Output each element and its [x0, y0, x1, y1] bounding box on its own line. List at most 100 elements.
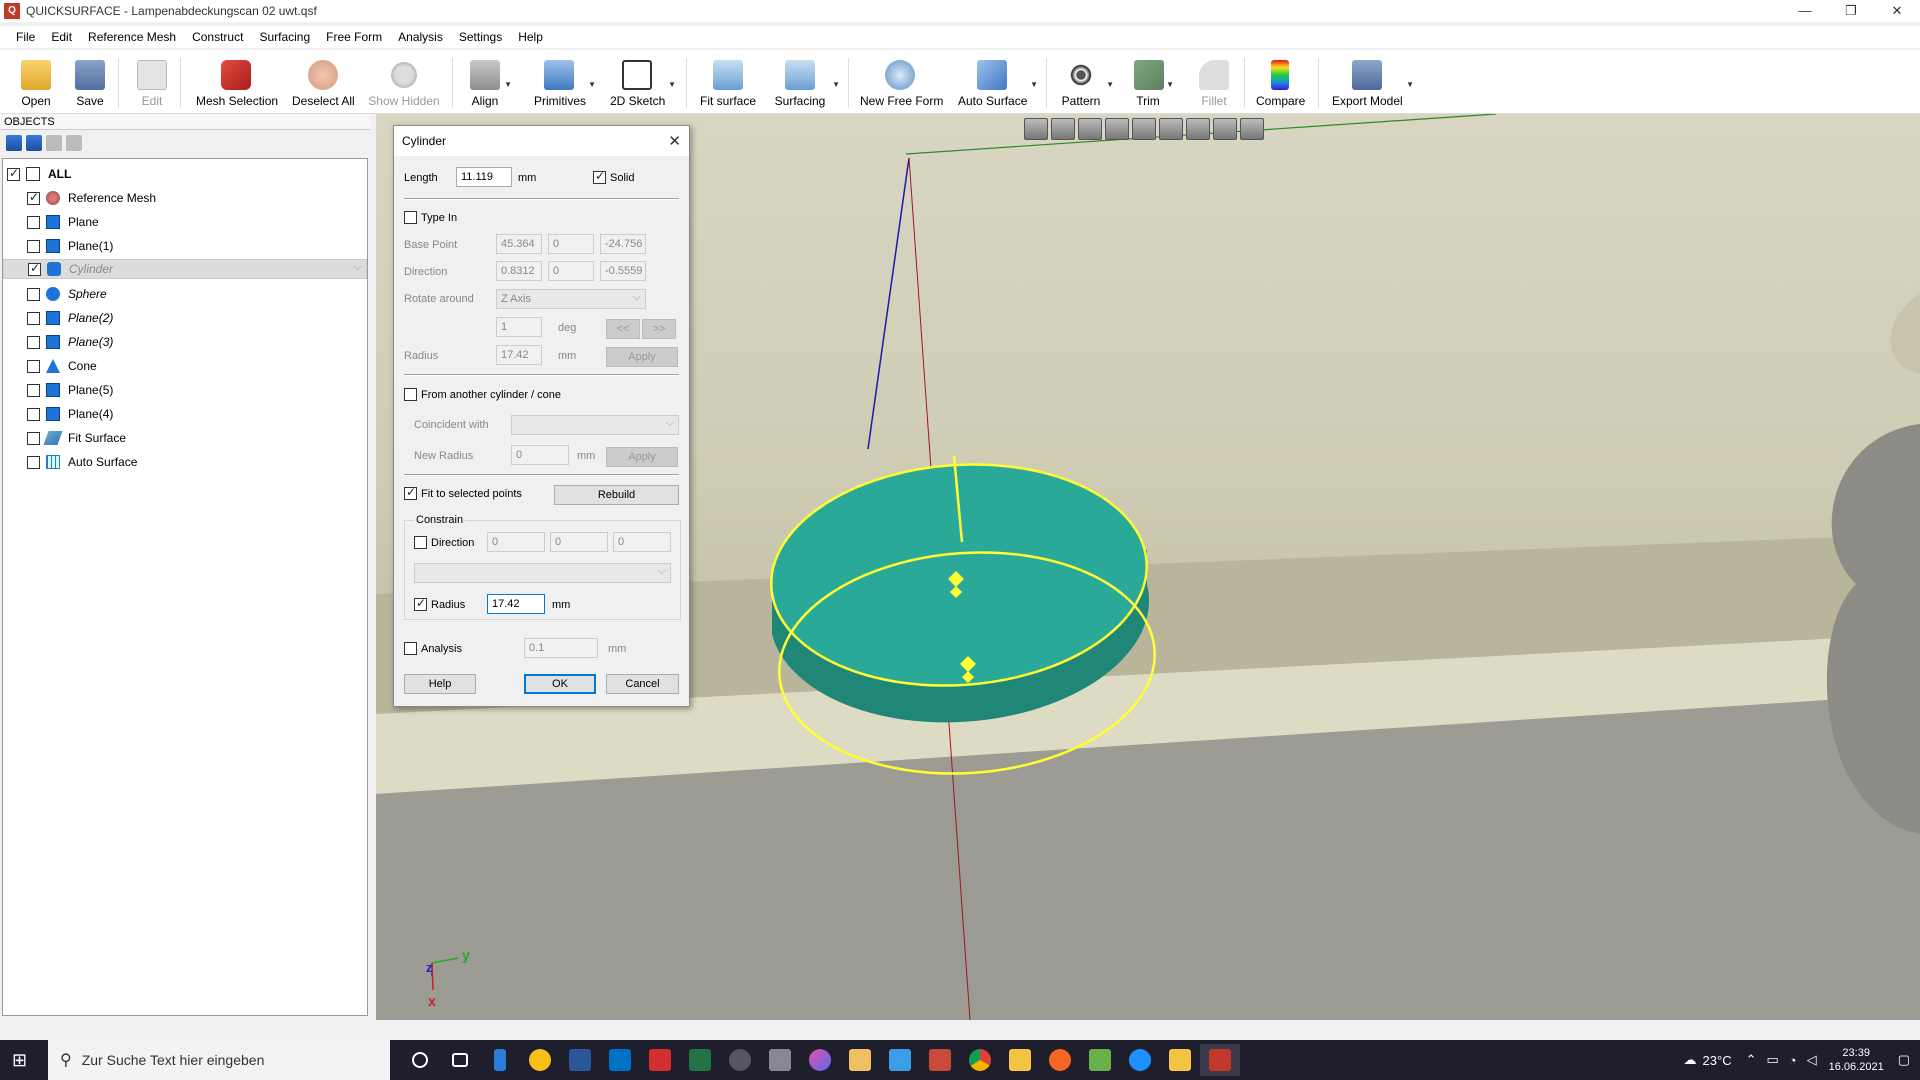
menu-settings[interactable]: Settings	[451, 30, 510, 44]
fillet-button[interactable]: Fillet	[1198, 56, 1230, 110]
list-view-icon[interactable]	[6, 135, 22, 151]
app-c-icon[interactable]	[1120, 1044, 1160, 1076]
chrome-icon[interactable]	[960, 1044, 1000, 1076]
visibility-checkbox[interactable]	[27, 215, 40, 229]
right-view-icon[interactable]	[1132, 118, 1156, 140]
object-row[interactable]: Plane(4)	[3, 403, 367, 425]
task-view-icon[interactable]	[440, 1044, 480, 1076]
visibility-checkbox[interactable]	[27, 383, 40, 397]
compare-button[interactable]: Compare	[1256, 56, 1305, 110]
constrain-dir-y-input[interactable]: 0	[550, 532, 608, 552]
tray-volume-icon[interactable]: ◁	[1807, 1052, 1817, 1068]
object-row[interactable]: Cone	[3, 355, 367, 377]
rotate-next-button[interactable]: >>	[642, 319, 676, 339]
phone-app-icon[interactable]	[480, 1044, 520, 1076]
deselect-all-button[interactable]: Deselect All	[292, 56, 355, 110]
object-row[interactable]: Auto Surface	[3, 451, 367, 473]
search-app-icon[interactable]	[640, 1044, 680, 1076]
auto-surface-button[interactable]: Auto Surface ▼	[958, 56, 1038, 110]
menu-surfacing[interactable]: Surfacing	[251, 30, 318, 44]
visibility-checkbox[interactable]	[27, 287, 40, 301]
apply-new-radius-button[interactable]: Apply	[606, 447, 678, 467]
object-row[interactable]: Cylinder	[3, 259, 367, 279]
minimize-button[interactable]: —	[1782, 0, 1828, 22]
direction-y-input[interactable]: 0	[548, 261, 594, 281]
app-plane-icon[interactable]	[880, 1044, 920, 1076]
primitives-button[interactable]: Primitives ▼	[534, 56, 596, 110]
expand-icon[interactable]	[46, 135, 62, 151]
object-row[interactable]: Plane(5)	[3, 379, 367, 401]
surfacing-dropdown-icon[interactable]: ▼	[832, 80, 840, 89]
close-window-button[interactable]: ✕	[1874, 0, 1920, 22]
mesh-selection-button[interactable]: Mesh Selection	[196, 56, 278, 110]
from-another-checkbox[interactable]	[404, 388, 417, 401]
visibility-checkbox[interactable]	[27, 190, 40, 205]
pattern-button[interactable]: Pattern ▼	[1060, 56, 1114, 110]
rotate-axis-select[interactable]: Z Axis	[496, 289, 646, 309]
app-globe-icon[interactable]	[720, 1044, 760, 1076]
fit-view-icon[interactable]	[1240, 118, 1264, 140]
menu-file[interactable]: File	[8, 30, 43, 44]
tray-chevron-icon[interactable]: ⌃	[1746, 1052, 1757, 1068]
windows-start-icon[interactable]: ⊞	[12, 1050, 32, 1070]
taskbar-search-box[interactable]: ⚲ Zur Suche Text hier eingeben	[48, 1040, 390, 1080]
tray-battery-icon[interactable]: ▭	[1766, 1052, 1778, 1068]
visibility-checkbox[interactable]	[27, 335, 40, 349]
analysis-checkbox[interactable]	[404, 642, 417, 655]
constrain-radius-input[interactable]: 17.42	[487, 594, 545, 614]
visibility-checkbox[interactable]	[27, 311, 40, 325]
align-dropdown-icon[interactable]: ▼	[504, 80, 512, 89]
norton-icon[interactable]	[520, 1044, 560, 1076]
object-row[interactable]: Fit Surface	[3, 427, 367, 449]
object-row[interactable]: Reference Mesh	[3, 187, 367, 209]
outlook-icon[interactable]	[600, 1044, 640, 1076]
rebuild-button[interactable]: Rebuild	[554, 485, 679, 505]
tray-network-icon[interactable]: ◔	[1789, 1053, 1797, 1068]
menu-reference-mesh[interactable]: Reference Mesh	[80, 30, 184, 44]
clock[interactable]: 23:39 16.06.2021	[1829, 1046, 1884, 1074]
object-all-row[interactable]: ALL	[3, 163, 367, 185]
object-row[interactable]: Plane(2)	[3, 307, 367, 329]
tree-view-icon[interactable]	[26, 135, 42, 151]
word-icon[interactable]	[560, 1044, 600, 1076]
app-3d-icon[interactable]	[760, 1044, 800, 1076]
new-radius-input[interactable]: 0	[511, 445, 569, 465]
file-explorer-icon[interactable]	[1000, 1044, 1040, 1076]
constrain-dir-z-input[interactable]: 0	[613, 532, 671, 552]
menu-construct[interactable]: Construct	[184, 30, 251, 44]
constrain-dir-x-input[interactable]: 0	[487, 532, 545, 552]
visibility-checkbox[interactable]	[28, 261, 41, 276]
restore-button[interactable]: ❐	[1828, 0, 1874, 22]
visibility-checkbox[interactable]	[27, 431, 40, 445]
rotate-prev-button[interactable]: <<	[606, 319, 640, 339]
pattern-dropdown-icon[interactable]: ▼	[1106, 80, 1114, 89]
bottom-view-icon[interactable]	[1186, 118, 1210, 140]
auto-surface-dropdown-icon[interactable]: ▼	[1030, 80, 1038, 89]
export-model-button[interactable]: Export Model ▼	[1332, 56, 1414, 110]
save-button[interactable]: Save	[72, 56, 108, 110]
visibility-checkbox[interactable]	[27, 407, 40, 421]
cortana-icon[interactable]	[400, 1044, 440, 1076]
dialog-close-icon[interactable]: ✕	[668, 132, 681, 150]
base-point-x-input[interactable]: 45.364	[496, 234, 542, 254]
analysis-input[interactable]: 0.1	[524, 638, 598, 658]
excel-icon[interactable]	[680, 1044, 720, 1076]
app-orange-icon[interactable]	[1040, 1044, 1080, 1076]
app-font-icon[interactable]	[840, 1044, 880, 1076]
visibility-checkbox[interactable]	[27, 359, 40, 373]
object-row[interactable]: Plane(1)	[3, 235, 367, 257]
type-in-checkbox[interactable]	[404, 211, 417, 224]
constrain-radius-checkbox[interactable]	[414, 596, 427, 611]
new-free-form-button[interactable]: New Free Form	[860, 56, 943, 110]
visibility-checkbox[interactable]	[7, 166, 20, 181]
length-input[interactable]: 11.119	[456, 167, 512, 187]
help-button[interactable]: Help	[404, 674, 476, 694]
object-row[interactable]: Plane(3)	[3, 331, 367, 353]
app-green-icon[interactable]	[1080, 1044, 1120, 1076]
app-gradient-icon[interactable]	[800, 1044, 840, 1076]
left-view-icon[interactable]	[1105, 118, 1129, 140]
trim-dropdown-icon[interactable]: ▼	[1166, 80, 1174, 89]
object-row[interactable]: Plane	[3, 211, 367, 233]
quicksurface-taskbar-icon[interactable]	[1200, 1044, 1240, 1076]
radius-input[interactable]: 17.42	[496, 345, 542, 365]
